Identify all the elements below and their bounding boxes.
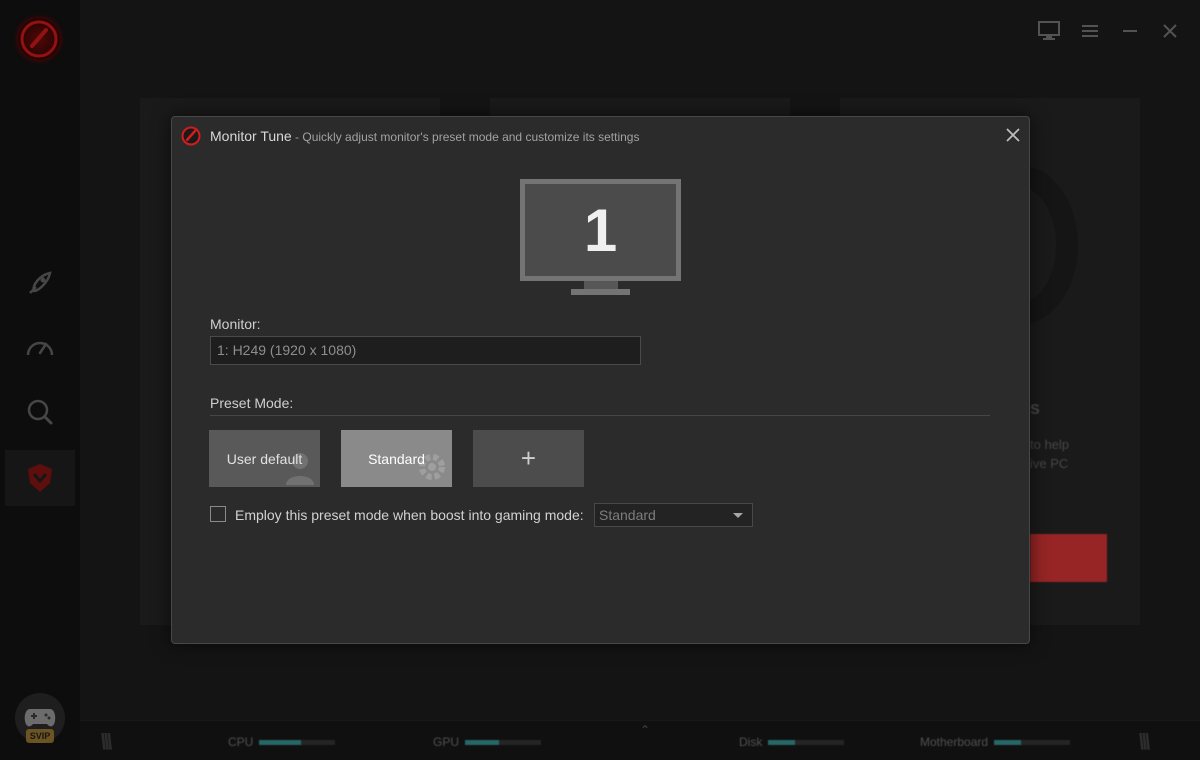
app-window: SVIP s to help ive PC \\\ CPU GPU ⌃ Disk… (0, 0, 1200, 760)
preset-user-default-label: User default (226, 450, 303, 467)
add-preset-button[interactable]: + (473, 430, 584, 487)
preset-standard-button[interactable]: Standard (341, 430, 452, 487)
gaming-preset-select[interactable]: Standard (594, 503, 753, 527)
dialog-title: Monitor Tune - Quickly adjust monitor's … (210, 128, 639, 144)
gaming-mode-checkbox-label: Employ this preset mode when boost into … (235, 507, 584, 523)
gaming-preset-select-value: Standard (599, 507, 656, 523)
preset-mode-label: Preset Mode: (210, 395, 294, 411)
monitor-number: 1 (525, 184, 676, 276)
preset-divider (210, 415, 990, 416)
monitor-stand-neck (584, 281, 618, 289)
monitor-graphic[interactable]: 1 (520, 179, 681, 281)
chevron-down-icon (733, 513, 743, 518)
dialog-title-text: Monitor Tune (210, 128, 292, 144)
app-logo-icon (181, 126, 201, 146)
monitor-stand-base (571, 289, 630, 295)
monitor-field[interactable]: 1: H249 (1920 x 1080) (210, 336, 641, 365)
gaming-mode-checkbox[interactable] (210, 506, 226, 522)
preset-standard-label: Standard (368, 450, 425, 467)
monitor-tune-dialog: Monitor Tune - Quickly adjust monitor's … (171, 116, 1030, 644)
close-icon (1006, 128, 1020, 142)
monitor-label: Monitor: (210, 316, 261, 332)
dialog-close-button[interactable] (1002, 124, 1024, 146)
dialog-subtitle: - Quickly adjust monitor's preset mode a… (291, 130, 640, 144)
preset-user-default-button[interactable]: User default (209, 430, 320, 487)
